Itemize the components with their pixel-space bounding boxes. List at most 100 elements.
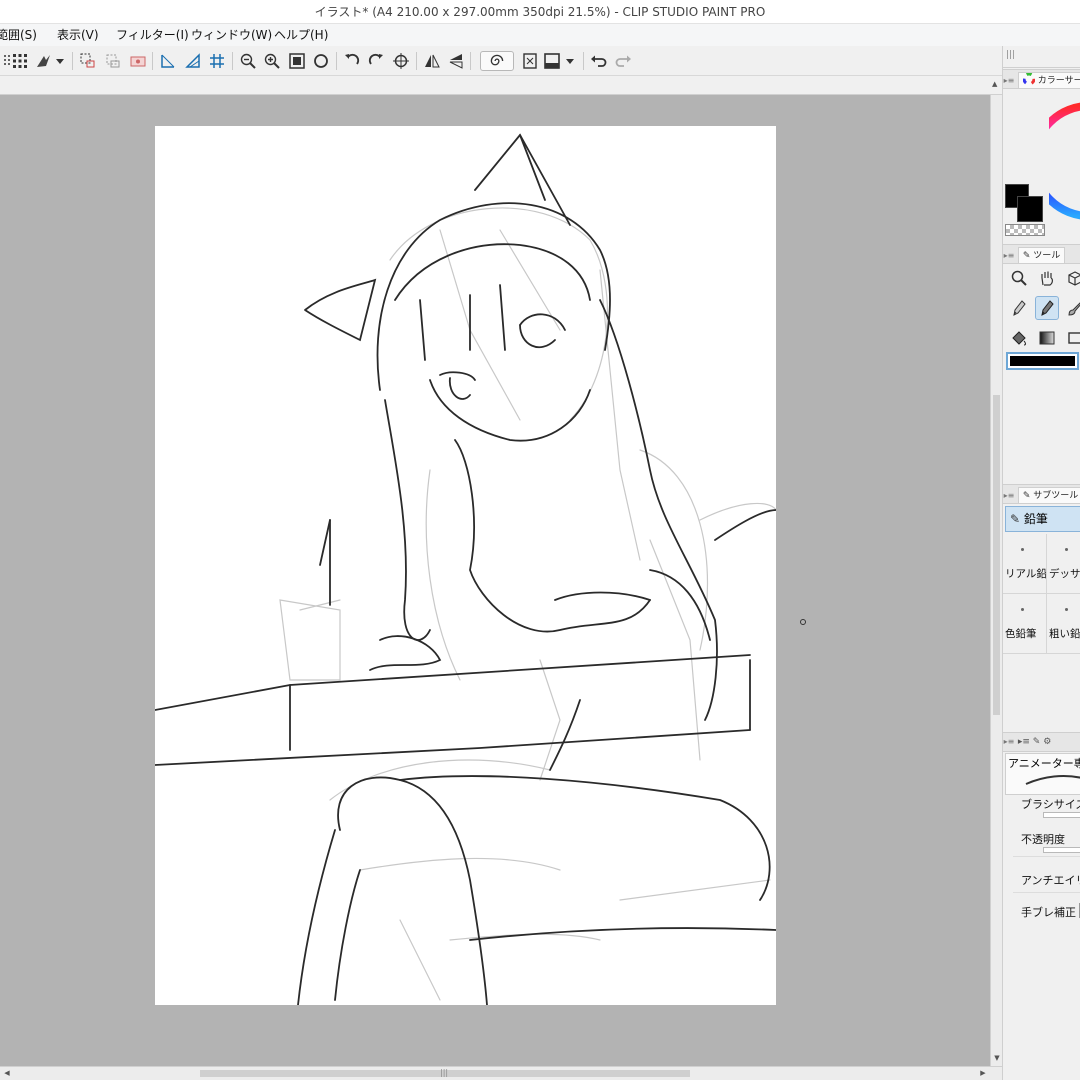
scroll-grip-icon: ||| (440, 1068, 449, 1077)
panel-menu-icon[interactable]: ▸≡ (1003, 247, 1015, 263)
gradient-tool-icon[interactable] (1035, 326, 1059, 350)
sub-tool-real-pencil[interactable]: リアル鉛 (1003, 534, 1047, 594)
panel-menu-icon[interactable]: ▸≡ (1003, 487, 1015, 503)
brush-preview-dot (1021, 608, 1024, 611)
clear-selection-icon[interactable] (128, 51, 148, 71)
selection-icon[interactable] (78, 51, 98, 71)
transparent-color-swatch[interactable] (1005, 224, 1045, 236)
scroll-right-arrow-icon[interactable]: ▶ (978, 1068, 988, 1078)
hand-tool-icon[interactable] (1035, 266, 1059, 290)
flip-vertical-icon[interactable] (446, 51, 466, 71)
panel-dock-header: ||| (1003, 46, 1080, 68)
actual-size-icon[interactable] (311, 51, 331, 71)
quick-access-icon[interactable] (34, 51, 68, 71)
tool-panel-title: ツール (1033, 251, 1061, 261)
figure-tool-icon[interactable] (1063, 326, 1080, 350)
zoom-out-icon[interactable] (238, 51, 258, 71)
menu-window[interactable]: ウィンドウ(W) (191, 27, 272, 43)
title-bar: イラスト* (A4 210.00 x 297.00mm 350dpi 21.5%… (0, 0, 1080, 24)
scroll-up-arrow-icon[interactable]: ▲ (992, 80, 997, 88)
rotate-left-icon[interactable] (342, 51, 362, 71)
fit-screen-icon[interactable] (287, 51, 307, 71)
window-title: イラスト* (A4 210.00 x 297.00mm 350dpi 21.5%… (314, 5, 766, 19)
sub-tool-tab[interactable]: ✎ サブツール (1017, 487, 1080, 503)
zoom-in-icon[interactable] (262, 51, 282, 71)
opacity-row[interactable]: 不透明度 (1021, 831, 1080, 853)
tool-color-indicator[interactable] (1006, 352, 1079, 370)
dock-grip-icon[interactable]: ||| (1006, 50, 1015, 60)
brush-preview-dot (1065, 548, 1068, 551)
tool-preset-name: アニメーター専用 (1008, 757, 1080, 770)
color-circle-tab[interactable]: カラーサー (1017, 72, 1080, 88)
right-panel: ||| ▸≡ カラーサー ▸≡ ✎ ツール ▸≡ ✎ サブツール ✎ 鉛筆 リア… (1002, 46, 1080, 1080)
fill-tool-icon[interactable] (1007, 326, 1031, 350)
menu-view[interactable]: 表示(V) (57, 27, 99, 43)
undo-icon[interactable] (589, 51, 609, 71)
menu-help[interactable]: ヘルプ(H) (274, 27, 328, 43)
pen-tab-icon: ✎ (1022, 251, 1031, 261)
sub-tool-label: リアル鉛 (1005, 568, 1047, 580)
sub-tool-rough-pencil[interactable]: 粗い鉛 (1047, 594, 1080, 654)
pen-tool-icon[interactable] (1007, 296, 1031, 320)
canvas-top-strip: ▲ (0, 76, 1003, 95)
pencil-tool-icon[interactable] (1035, 296, 1059, 320)
grid-icon[interactable] (207, 51, 227, 71)
reset-rotation-icon[interactable] (391, 51, 411, 71)
panel-menu-icon[interactable]: ▸≡ (1003, 72, 1015, 88)
scroll-left-arrow-icon[interactable]: ◀ (2, 1068, 12, 1078)
screen-mode-icon[interactable] (543, 51, 577, 71)
brush-size-row[interactable]: ブラシサイズ (1021, 796, 1080, 818)
tool-preset-box[interactable]: アニメーター専用 (1005, 753, 1080, 795)
clear-outside-icon[interactable] (103, 51, 123, 71)
sub-tool-label: デッサン (1049, 568, 1080, 580)
brush-size-slider[interactable] (1043, 812, 1080, 818)
opacity-slider[interactable] (1043, 847, 1080, 853)
sub-tool-group-pencil[interactable]: ✎ 鉛筆 (1005, 506, 1080, 532)
color-circle-panel-header[interactable]: ▸≡ カラーサー (1003, 69, 1080, 89)
vertical-scrollbar[interactable]: ▼ (990, 95, 1002, 1067)
menu-selection[interactable]: 範囲(S) (0, 27, 37, 43)
brush-preview-dot (1021, 548, 1024, 551)
sub-tool-label: 色鉛筆 (1005, 628, 1037, 640)
command-bar (0, 46, 1003, 76)
tool-tab[interactable]: ✎ ツール (1017, 247, 1066, 263)
anti-aliasing-label: アンチエイリア (1021, 874, 1080, 887)
sub-tool-colored-pencil[interactable]: 色鉛筆 (1003, 594, 1047, 654)
ruler-icon[interactable] (158, 51, 178, 71)
canvas-paper[interactable] (155, 126, 776, 1005)
property-tab-icons[interactable]: ▸≡ ✎ ⚙ (1018, 737, 1051, 747)
stabilizer-icon[interactable] (480, 51, 514, 71)
sub-tool-group-label: 鉛筆 (1023, 512, 1048, 526)
rotate-right-icon[interactable] (366, 51, 386, 71)
tool-color-bar (1010, 356, 1075, 366)
sub-tool-sketch-pencil[interactable]: デッサン (1047, 534, 1080, 594)
sub-tool-tab-icon: ✎ (1022, 491, 1031, 501)
perspective-ruler-icon[interactable] (183, 51, 203, 71)
flip-horizontal-icon[interactable] (422, 51, 442, 71)
stabilization-row[interactable]: 手ブレ補正 (1021, 903, 1080, 920)
object-tool-icon[interactable] (1063, 266, 1080, 290)
stabilization-label: 手ブレ補正 (1021, 906, 1076, 919)
menu-filter[interactable]: フィルター(I) (116, 27, 189, 43)
select-grid-icon[interactable] (10, 51, 30, 71)
zoom-tool-icon[interactable] (1007, 266, 1031, 290)
color-circle-title: カラーサー (1037, 76, 1080, 86)
color-wheel[interactable] (1049, 96, 1080, 226)
scroll-down-arrow-icon[interactable]: ▼ (992, 1053, 1002, 1063)
pencil-group-icon: ✎ (1010, 512, 1021, 526)
panel-menu-icon[interactable]: ▸≡ (1003, 733, 1015, 751)
vertical-scroll-thumb[interactable] (993, 395, 1000, 715)
snap-icon[interactable] (520, 51, 540, 71)
clip-studio-window: イラスト* (A4 210.00 x 297.00mm 350dpi 21.5%… (0, 0, 1080, 1080)
redo-icon[interactable] (613, 51, 633, 71)
sub-tool-panel-header[interactable]: ▸≡ ✎ サブツール (1003, 484, 1080, 504)
sub-tool-panel-title: サブツール (1033, 491, 1079, 501)
tool-panel-header[interactable]: ▸≡ ✎ ツール (1003, 244, 1080, 264)
horizontal-scrollbar[interactable]: ◀ ||| ▶ (0, 1066, 1002, 1080)
brush-size-label: ブラシサイズ (1021, 798, 1080, 811)
anti-aliasing-row[interactable]: アンチエイリア (1021, 872, 1080, 888)
tool-property-panel-header[interactable]: ▸≡ ▸≡ ✎ ⚙ (1003, 732, 1080, 752)
brush-preview-dot (1065, 608, 1068, 611)
brush-tool-icon[interactable] (1063, 296, 1080, 320)
sub-color-swatch[interactable] (1017, 196, 1043, 222)
